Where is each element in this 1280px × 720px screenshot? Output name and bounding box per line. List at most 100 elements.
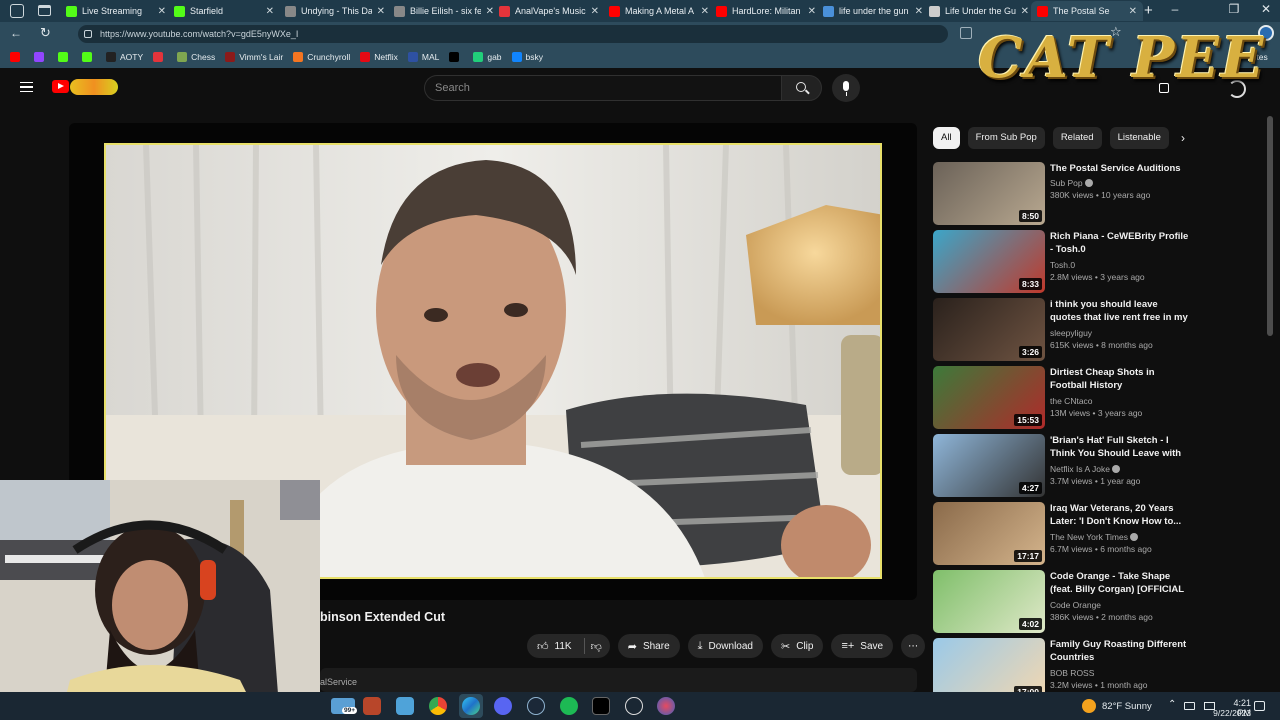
like-button[interactable]: 👍︎ 11K 👎︎ <box>527 634 610 658</box>
weather-text[interactable]: 82°F Sunny <box>1102 701 1152 712</box>
youtube-logo-icon[interactable] <box>52 80 69 93</box>
filter-chip[interactable]: Listenable <box>1109 127 1169 149</box>
close-window-icon[interactable]: ✕ <box>1254 2 1278 16</box>
steam-icon[interactable] <box>527 697 545 715</box>
bookmark-item[interactable]: Netflix <box>360 52 398 62</box>
tab-close-icon[interactable]: ✕ <box>808 6 816 17</box>
bookmark-item[interactable] <box>58 52 72 62</box>
workspaces-icon[interactable] <box>10 4 24 18</box>
browser-tab[interactable]: Life Under the Gu ✕ <box>923 1 1035 21</box>
tab-close-icon[interactable]: ✕ <box>701 6 709 17</box>
recommended-video[interactable]: 8:50 The Postal Service Auditions Sub Pop … <box>933 162 1193 226</box>
bookmark-item[interactable]: AOTY <box>106 52 143 62</box>
tab-close-icon[interactable]: ✕ <box>266 6 274 17</box>
video-thumbnail[interactable]: 8:33 <box>933 230 1045 293</box>
back-arrow-icon[interactable]: ← <box>10 26 22 40</box>
video-thumbnail[interactable]: 4:27 <box>933 434 1045 497</box>
scrollbar-thumb[interactable] <box>1267 116 1273 336</box>
clock-date[interactable]: 9/22/2023 <box>1205 708 1251 718</box>
recommended-video[interactable]: 8:33 Rich Piana - CeWEBrity Profile - Tos… <box>933 230 1193 294</box>
bookmark-item[interactable]: Crunchyroll <box>293 52 350 62</box>
video-channel[interactable]: Sub Pop <box>1050 178 1093 188</box>
youtube-doodle-logo[interactable] <box>70 79 118 95</box>
video-title-link[interactable]: i think you should leave quotes that liv… <box>1050 298 1190 325</box>
video-channel[interactable]: The New York Times <box>1050 532 1139 542</box>
bookmark-item[interactable]: MAL <box>407 52 439 62</box>
tab-close-icon[interactable]: ✕ <box>1021 6 1029 17</box>
clip-button[interactable]: ✂ Clip <box>771 634 824 658</box>
tray-chevron-icon[interactable]: ⌃ <box>1168 699 1176 710</box>
video-channel[interactable]: Tosh.0 <box>1050 260 1075 270</box>
bookmark-item[interactable]: Vimm's Lair <box>225 52 283 62</box>
recommended-video[interactable]: 3:26 i think you should leave quotes that… <box>933 298 1193 362</box>
thumbs-down-icon[interactable]: 👎︎ <box>591 640 602 653</box>
hamburger-menu-icon[interactable] <box>20 82 33 92</box>
video-channel[interactable]: BOB ROSS <box>1050 668 1094 678</box>
download-button[interactable]: ⤓ Download <box>687 634 763 658</box>
video-title-link[interactable]: The Postal Service Auditions <box>1050 162 1190 175</box>
browser-tab[interactable]: Billie Eilish - six fe ✕ <box>388 1 500 21</box>
app-available-icon[interactable] <box>960 27 972 39</box>
video-title-link[interactable]: 'Brian's Hat' Full Sketch - I Think You … <box>1050 434 1190 461</box>
game-launcher-icon[interactable] <box>363 697 381 715</box>
obs-icon[interactable] <box>625 697 643 715</box>
share-button[interactable]: ➦ Share <box>617 634 680 658</box>
spotify-icon[interactable] <box>560 697 578 715</box>
notification-center-icon[interactable] <box>1254 701 1265 711</box>
recommended-video[interactable]: 17:17 Iraq War Veterans, 20 Years Later: … <box>933 502 1193 566</box>
browser-tab[interactable]: AnalVape's Music ✕ <box>493 1 605 21</box>
bookmark-item[interactable] <box>82 52 96 62</box>
game-icon[interactable] <box>657 697 675 715</box>
channel-name[interactable]: alService <box>320 677 357 687</box>
minimize-icon[interactable]: – <box>1163 2 1187 16</box>
app-triangle-icon[interactable] <box>592 697 610 715</box>
video-title-link[interactable]: Family Guy Roasting Different Countries <box>1050 638 1190 664</box>
browser-tab[interactable]: Undying - This Da ✕ <box>279 1 391 21</box>
filter-chip[interactable]: From Sub Pop <box>967 127 1045 149</box>
video-channel[interactable]: Code Orange <box>1050 600 1101 610</box>
recommended-video[interactable]: 4:02 Code Orange - Take Shape (feat. Bill… <box>933 570 1193 634</box>
discord-icon[interactable] <box>494 697 512 715</box>
browser-tab[interactable]: Making A Metal A ✕ <box>603 1 715 21</box>
video-title-link[interactable]: Iraq War Veterans, 20 Years Later: 'I Do… <box>1050 502 1190 528</box>
browser-tab[interactable]: The Postal Se ✕ <box>1031 1 1143 21</box>
browser-tab[interactable]: HardLore: Militan ✕ <box>710 1 822 21</box>
video-thumbnail[interactable]: 3:26 <box>933 298 1045 361</box>
video-title-link[interactable]: Code Orange - Take Shape (feat. Billy Co… <box>1050 570 1190 597</box>
chrome-icon[interactable] <box>429 697 447 715</box>
new-tab-plus-icon[interactable]: + <box>1144 2 1153 19</box>
search-button[interactable] <box>781 75 822 101</box>
video-channel[interactable]: Netflix Is A Joke <box>1050 464 1121 474</box>
bookmark-item[interactable]: bsky <box>511 52 543 62</box>
filter-chip[interactable]: Related <box>1052 127 1102 149</box>
voice-search-button[interactable] <box>832 74 860 102</box>
save-button[interactable]: ≡+ Save <box>831 634 894 658</box>
video-channel[interactable]: the CNtaco <box>1050 396 1093 406</box>
browser-tab[interactable]: life under the gun ✕ <box>817 1 929 21</box>
refresh-icon[interactable]: ↻ <box>40 25 51 41</box>
browser-tab[interactable]: Live Streaming ✕ <box>60 1 172 21</box>
video-thumbnail[interactable]: 15:53 <box>933 366 1045 429</box>
browser-tab[interactable]: Starfield ✕ <box>168 1 280 21</box>
search-input[interactable]: Search <box>424 75 781 101</box>
url-field[interactable]: https://www.youtube.com/watch?v=gdE5nyWX… <box>78 25 948 43</box>
bookmark-item[interactable]: Chess <box>177 52 215 62</box>
tab-close-icon[interactable]: ✕ <box>591 6 599 17</box>
video-title-link[interactable]: Dirtiest Cheap Shots in Football History <box>1050 366 1190 392</box>
video-thumbnail[interactable]: 17:17 <box>933 502 1045 565</box>
recommended-video[interactable]: 4:27 'Brian's Hat' Full Sketch - I Think … <box>933 434 1193 498</box>
page-scrollbar[interactable] <box>1267 108 1273 692</box>
restore-icon[interactable]: ❐ <box>1222 2 1246 16</box>
more-actions-button[interactable]: ⋯ <box>901 634 926 658</box>
video-channel[interactable]: sleepyliguy <box>1050 328 1092 338</box>
tab-actions-icon[interactable] <box>38 5 51 16</box>
video-thumbnail[interactable]: 8:50 <box>933 162 1045 225</box>
edge-icon-active[interactable] <box>459 694 483 718</box>
bookmark-item[interactable] <box>34 52 48 62</box>
chips-next-chevron-icon[interactable]: › <box>1181 131 1185 145</box>
filter-chip[interactable]: All <box>933 127 960 149</box>
video-title-link[interactable]: Rich Piana - CeWEBrity Profile - Tosh.0 <box>1050 230 1190 256</box>
file-explorer-icon[interactable]: 99+ <box>331 698 358 714</box>
bookmark-item[interactable] <box>10 52 24 62</box>
bookmark-item[interactable] <box>153 52 167 62</box>
